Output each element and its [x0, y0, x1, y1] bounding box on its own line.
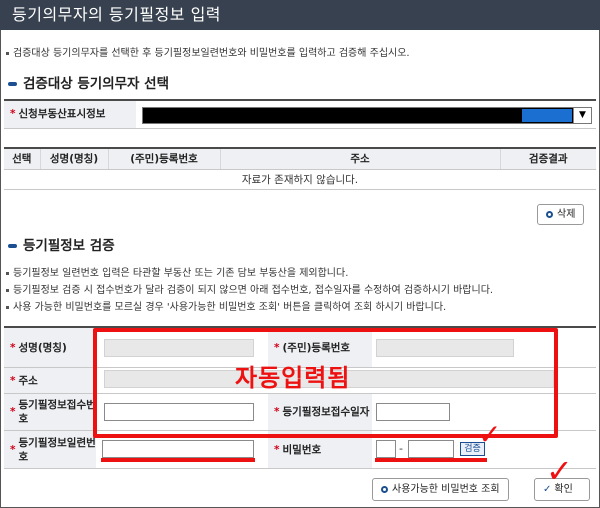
- serial-underline: [101, 458, 255, 462]
- col-name: 성명(명칭): [40, 147, 109, 170]
- row-divider: [4, 468, 596, 469]
- intro-note: 검증대상 등기의무자를 선택한 후 등기필정보일련번호와 비밀번호를 입력하고 …: [6, 44, 410, 59]
- password-underline: [375, 458, 487, 462]
- col-select: 선택: [4, 147, 41, 170]
- password-lookup-button[interactable]: 사용가능한 비밀번호 조회: [372, 478, 509, 501]
- property-select-row: * 신청부동산표시정보 ▼: [4, 99, 596, 129]
- address-label: * 주소: [4, 368, 96, 393]
- col-regno: (주민)등록번호: [108, 147, 221, 170]
- checkmark-icon: ✓: [478, 418, 502, 451]
- verify-note-1: 등기필정보 일련번호 입력은 타관할 부동산 또는 기존 담보 부동산을 제외합…: [6, 264, 348, 279]
- select-highlight: [522, 109, 572, 122]
- col-address: 주소: [220, 147, 501, 170]
- obligor-table: 선택 성명(명칭) (주민)등록번호 주소 검증결과 자료가 존재하지 않습니다…: [4, 147, 596, 190]
- section-marker-icon: [8, 244, 17, 248]
- bullet-icon: [6, 51, 9, 55]
- bullet-icon: [6, 305, 9, 309]
- section-marker-icon: [8, 82, 17, 86]
- name-label: * 성명(명칭): [4, 328, 96, 367]
- section-title-verify: 등기필정보 검증: [8, 234, 115, 254]
- circle-icon: [546, 211, 553, 218]
- verify-note-2: 등기필정보 검증 시 접수번호가 달라 검증이 되지 않으면 아래 접수번호, …: [6, 281, 493, 296]
- serial-input[interactable]: [102, 440, 254, 458]
- password-part2-input[interactable]: [408, 440, 454, 458]
- delete-button[interactable]: 삭제: [537, 204, 585, 225]
- empty-message: 자료가 존재하지 않습니다.: [4, 169, 596, 190]
- password-part1-input[interactable]: [376, 440, 396, 458]
- chevron-down-icon[interactable]: ▼: [573, 108, 591, 123]
- bullet-icon: [6, 271, 9, 275]
- serial-label: * 등기필정보일련번호: [4, 431, 96, 468]
- property-select-label: * 신청부동산표시정보: [4, 101, 136, 128]
- auto-fill-annotation: 자동입력됨: [235, 364, 351, 392]
- col-result: 검증결과: [500, 147, 596, 170]
- circle-icon: [381, 486, 388, 493]
- section-title-select: 검증대상 등기의무자 선택: [8, 72, 169, 92]
- dialog-title: 등기의무자의 등기필정보 입력: [0, 0, 600, 30]
- property-select[interactable]: ▼: [142, 107, 592, 124]
- password-separator: -: [399, 442, 403, 455]
- bullet-icon: [6, 288, 9, 292]
- checkmark-icon: ✓: [546, 452, 573, 490]
- verify-note-3: 사용 가능한 비밀번호를 모르실 경우 '사용가능한 비밀번호 조회' 버튼을 …: [6, 298, 446, 313]
- receipt-no-label: * 등기필정보접수번호: [4, 394, 96, 430]
